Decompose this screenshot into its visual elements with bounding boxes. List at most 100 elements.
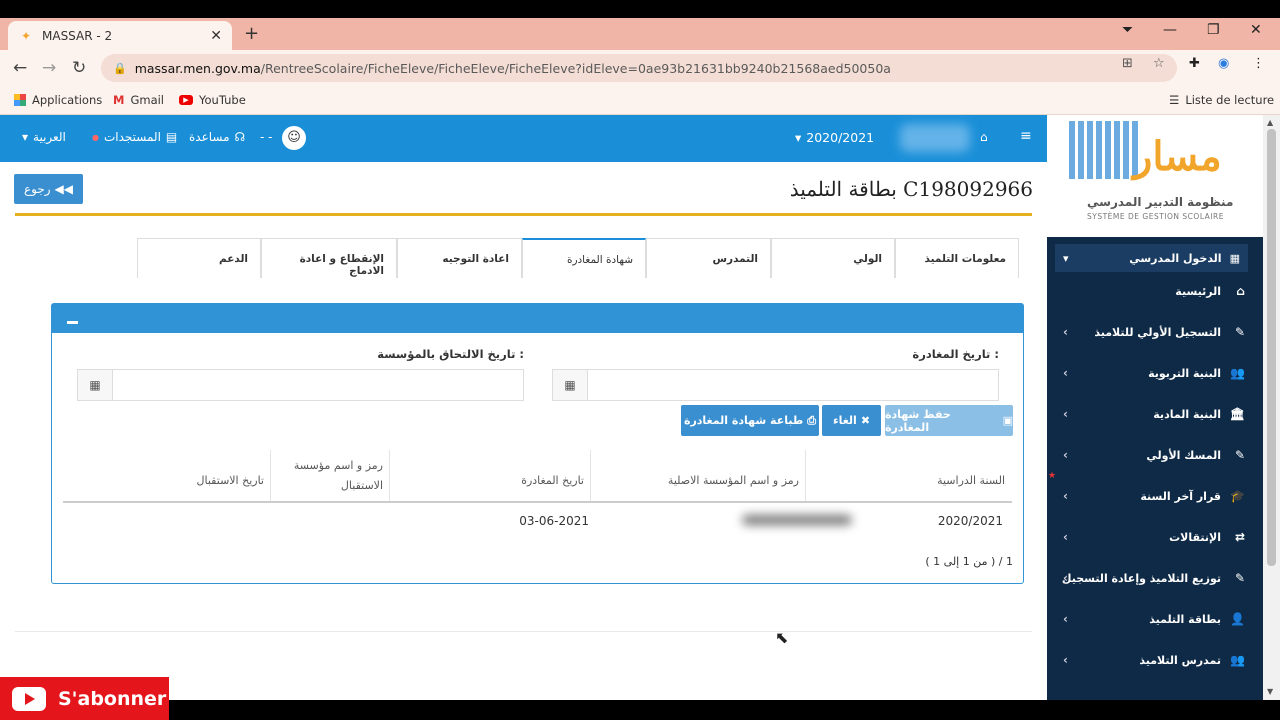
print-certificate-button[interactable]: طباعة شهادة المغادرة ⎙ (681, 405, 819, 436)
leave-date-input[interactable]: ▦ (552, 369, 999, 401)
sidebar-section-header[interactable]: ▾ الدخول المدرسي ▦ (1055, 244, 1248, 272)
browser-chrome: ✦ MASSAR - 2 ✕ + ⏷ — ❐ ✕ ← → ↻ 🔒 massar.… (0, 18, 1280, 115)
scrollbar-thumb[interactable] (1267, 129, 1276, 566)
bookmark-applications[interactable]: Applications (14, 93, 102, 107)
close-tab-icon[interactable]: ✕ (210, 28, 222, 44)
logo-subtitle-ar: منظومة التدبير المدرسي (1087, 195, 1234, 209)
blurred-school-name (900, 124, 970, 152)
profile-avatar-icon[interactable]: ◉ (1218, 56, 1229, 71)
browser-tab[interactable]: ✦ MASSAR - 2 ✕ (8, 21, 232, 51)
sidebar-item-year-end-decision[interactable]: ‹ قرار آخر السنة 🎓 (1047, 478, 1263, 518)
edit-icon: ✎ (1234, 448, 1245, 462)
sidebar-item-schooling[interactable]: ‹ تمدرس التلاميذ 👥 (1047, 642, 1263, 682)
url-path: /RentreeScolaire/FicheEleve/FicheEleve/F… (260, 60, 891, 76)
home-icon[interactable]: ⌂ (980, 130, 988, 144)
calendar-icon[interactable]: ▦ (78, 370, 113, 400)
tab-schooling[interactable]: التمدرس (646, 238, 771, 278)
sidebar-item-distribution[interactable]: ‹ توزيع التلاميذ وإعادة التسجيل ✎ (1047, 560, 1263, 600)
tab-student-info[interactable]: معلومات التلميذ (895, 238, 1019, 278)
chevron-left-icon: ‹ (1063, 612, 1068, 626)
new-tab-icon[interactable]: + (244, 23, 259, 44)
sidebar-item-home[interactable]: الرئيسية ⌂ (1047, 273, 1263, 313)
hamburger-menu-icon[interactable]: ≡ (1020, 128, 1032, 144)
tab-support[interactable]: الدعم (137, 238, 261, 278)
subscribe-overlay[interactable]: S'abonner (0, 677, 169, 720)
chevron-left-icon: ‹ (1063, 407, 1068, 421)
header-school-year: السنة الدراسية (805, 450, 1011, 502)
scroll-down-icon[interactable]: ▼ (1267, 687, 1273, 696)
chevron-left-icon: ‹ (1063, 530, 1068, 544)
user-name[interactable]: - - (260, 130, 272, 144)
logo-subtitle-fr: SYSTÈME DE GESTION SCOLAIRE (1087, 212, 1224, 221)
massar-favicon-icon: ✦ (20, 29, 32, 43)
profile-menu-icon[interactable]: ⏷ (1122, 22, 1133, 38)
tab-reorientation[interactable]: اعادة التوجيه (397, 238, 522, 278)
newspaper-icon: ▤ (165, 130, 178, 144)
chevron-left-icon: ‹ (1063, 325, 1068, 339)
logo-dots (1069, 121, 1139, 179)
headset-icon: ☊ (234, 130, 246, 144)
cancel-button[interactable]: الغاء ✖ (822, 405, 881, 436)
restore-icon[interactable]: ❐ (1207, 22, 1220, 38)
sidebar-item-pedagogical-structure[interactable]: ‹ البنية التربوية 👥 (1047, 355, 1263, 395)
tab-dropout-reintegration[interactable]: الإنقطاع و اعادة الادماج (261, 238, 397, 278)
updates-link[interactable]: ● المستجدات ▤ (92, 130, 177, 144)
close-window-icon[interactable]: ✕ (1250, 22, 1262, 38)
caret-down-icon: ▾ (22, 130, 29, 144)
minimize-icon[interactable]: — (1163, 22, 1177, 38)
red-star-icon: ★ (1048, 471, 1057, 481)
institution-icon: 🏛 (1229, 407, 1245, 421)
close-icon: ✖ (860, 414, 871, 427)
chevron-left-icon: ‹ (1063, 489, 1068, 503)
cell-school-year: 2020/2021 (937, 514, 1003, 528)
scroll-up-icon[interactable]: ▲ (1267, 118, 1273, 127)
help-link[interactable]: مساعدة ☊ (189, 130, 245, 144)
caret-down-icon: ▾ (795, 130, 802, 145)
sidebar-item-initial-entry[interactable]: ‹ المسك الأولي ✎ (1047, 437, 1263, 477)
menu-dots-icon[interactable]: ⋮ (1252, 56, 1265, 71)
reading-list[interactable]: ☰ Liste de lecture (1169, 93, 1274, 107)
school-year-select[interactable]: ▾ 2020/2021 (795, 130, 874, 145)
header-origin-school: رمز و اسم المؤسسة الاصلية (590, 450, 805, 502)
leave-date-label: تاريخ المغادرة : (912, 347, 999, 361)
bookmark-gmail[interactable]: M Gmail (113, 93, 164, 107)
calendar-icon[interactable]: ▦ (553, 370, 588, 400)
chevron-left-icon: ‹ (1063, 653, 1068, 667)
language-menu[interactable]: ▾ العربية (22, 130, 66, 144)
sidebar-item-transfers[interactable]: ‹ الإنتقالات ⇄ (1047, 519, 1263, 559)
caret-down-icon: ▾ (1063, 251, 1069, 265)
youtube-play-icon (12, 686, 46, 711)
logo-text: مسار (1133, 133, 1222, 180)
sidebar-item-student-card[interactable]: ‹ بطاقة التلميذ 👤 (1047, 601, 1263, 641)
leaving-certificate-panel: تاريخ المغادرة : تاريخ الالتحاق بالمؤسسة… (51, 303, 1024, 584)
panel-header (52, 304, 1023, 333)
sidebar-item-material-structure[interactable]: ‹ البنية المادية 🏛 (1047, 396, 1263, 436)
bookmark-star-icon[interactable]: ☆ (1153, 56, 1165, 71)
notification-dot-icon: ● (92, 132, 99, 142)
bookmark-youtube[interactable]: ▶ YouTube (179, 93, 246, 107)
exchange-icon: ⇄ (1234, 530, 1245, 544)
edit-icon: ✎ (1234, 571, 1245, 585)
extensions-icon[interactable]: ✚ (1189, 56, 1200, 71)
join-date-input[interactable]: ▦ (77, 369, 524, 401)
reload-icon[interactable]: ↻ (72, 58, 86, 78)
page-title: بطاقة التلميذ C198092966 (789, 177, 1033, 201)
header-receive-date: تاريخ الاستقبال (196, 474, 264, 487)
user-avatar[interactable]: ☺ (282, 126, 306, 150)
tab-leaving-certificate[interactable]: شهادة المغادرة (522, 238, 646, 278)
address-bar[interactable]: 🔒 massar.men.gov.ma /RentreeScolaire/Fic… (101, 54, 1177, 82)
print-icon: ⎙ (807, 413, 817, 427)
tab-guardian[interactable]: الولي (771, 238, 895, 278)
back-button[interactable]: رجوع ◀◀ (14, 174, 83, 204)
title-divider (15, 213, 1032, 216)
forward-arrow-icon[interactable]: → (42, 58, 56, 78)
sidebar-item-initial-registration[interactable]: ‹ التسجيل الأولي للتلاميذ ✎ (1047, 314, 1263, 354)
translate-icon[interactable]: ⊞ (1122, 56, 1133, 71)
save-certificate-button[interactable]: حفظ شهادة المغادرة ▣ (885, 405, 1013, 436)
back-arrow-icon[interactable]: ← (13, 58, 27, 78)
page-scrollbar[interactable]: ▲ ▼ (1263, 115, 1280, 700)
header-receiving-school: رمز و اسم مؤسسة الاستقبال (270, 450, 389, 502)
massar-app: ▾ العربية ● المستجدات ▤ مساعدة ☊ - - ☺ ▾… (0, 115, 1280, 700)
massar-logo: مسار منظومة التدبير المدرسي SYSTÈME DE G… (1047, 115, 1263, 237)
collapse-icon[interactable] (67, 321, 78, 324)
